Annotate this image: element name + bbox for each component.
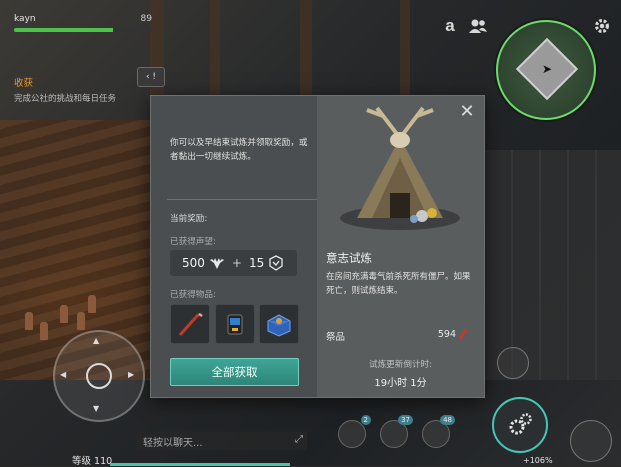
reputation-box: 500 + 15 <box>170 250 297 276</box>
intro-text: 你可以及早结束试炼并领取奖励，或者黏出一切继续试炼。 <box>170 138 308 162</box>
player-level: 等级 110 <box>72 456 113 467</box>
trial-description: 在房间充满毒气前杀死所有僵尸。如果死亡，则试炼结束。 <box>326 272 471 296</box>
player-name: kayn <box>14 14 36 24</box>
supply-box-icon[interactable] <box>259 304 299 344</box>
antler-skull-icon <box>209 255 225 271</box>
quest-expand-button[interactable]: ‹ ! <box>137 67 165 87</box>
trial-dialog: 你可以及早结束试炼并领取奖励，或者黏出一切继续试炼。 当前奖励: 已获得声望: … <box>150 95 485 398</box>
reward-panel: 你可以及早结束试炼并领取奖励，或者黏出一切继续试炼。 当前奖励: 已获得声望: … <box>151 96 317 397</box>
crouch-button[interactable] <box>570 420 612 462</box>
a-icon[interactable]: a <box>440 16 460 36</box>
movement-joystick[interactable]: ▲ ▼ ◀ ▶ <box>53 330 145 422</box>
right-arrow-icon: ▶ <box>128 370 135 379</box>
candle <box>77 312 85 330</box>
reputation-value: 500 <box>182 256 205 270</box>
current-reward-label: 当前奖励: <box>170 214 208 224</box>
trial-title: 意志试炼 <box>326 251 372 265</box>
expand-icon[interactable]: ⤢ <box>295 434 303 445</box>
wood-pillar <box>210 0 220 95</box>
candle <box>60 305 68 323</box>
down-arrow-icon: ▼ <box>93 404 100 413</box>
slot-badge: 2 <box>360 415 371 425</box>
minimap[interactable]: ➤ <box>496 20 596 120</box>
candle <box>40 322 48 340</box>
hp-bar <box>14 28 152 32</box>
blood-vial-icon <box>458 328 468 340</box>
wood-pillar <box>400 0 410 95</box>
reputation-label: 已获得声望: <box>170 237 216 247</box>
aim-button[interactable] <box>497 347 529 379</box>
candle <box>88 295 96 313</box>
player-hp: 89 <box>140 14 152 24</box>
chat-input[interactable]: 轻按以聊天... ⤢ <box>137 432 307 450</box>
quick-slot[interactable]: 2 <box>338 415 371 448</box>
hp-bar-fill <box>14 28 114 32</box>
wood-pillar <box>300 0 312 95</box>
craft-gear-button[interactable] <box>492 397 548 453</box>
close-icon[interactable]: ✕ <box>458 101 476 122</box>
bonus-percent: +106% <box>523 456 553 465</box>
items-label: 已获得物品: <box>170 290 216 300</box>
offering-value: 594 <box>437 329 456 340</box>
badge-icon <box>268 255 284 271</box>
chat-placeholder: 轻按以聊天... <box>143 437 203 449</box>
stone-wall <box>485 150 621 380</box>
offering-label: 祭品 <box>326 332 346 343</box>
left-arrow-icon: ◀ <box>60 370 67 379</box>
slot-badge: 48 <box>440 415 455 425</box>
quick-slot[interactable]: 37 <box>380 415 413 448</box>
slot-badge: 37 <box>398 415 413 425</box>
trial-info-panel: ✕ 意志试炼 在房间充满毒气前杀死所有僵尸。如果死亡，则试炼结束。 祭品 594… <box>317 96 484 397</box>
claim-all-button[interactable]: 全部获取 <box>170 358 299 386</box>
countdown-label: 试炼更新倒计时: <box>368 360 433 370</box>
joystick-knob[interactable] <box>86 363 112 389</box>
friends-icon[interactable] <box>468 16 488 36</box>
candle <box>25 312 33 330</box>
player-status: kayn 89 <box>14 14 152 32</box>
plus-sign: + <box>231 256 242 270</box>
crowbar-icon[interactable] <box>170 304 210 344</box>
divider <box>167 199 317 200</box>
quick-slot[interactable]: 48 <box>422 415 455 448</box>
settings-icon[interactable] <box>592 16 612 36</box>
reputation-bonus: 15 <box>248 256 265 270</box>
up-arrow-icon: ▲ <box>93 336 100 345</box>
gears-icon <box>509 413 532 435</box>
pda-icon[interactable] <box>215 304 255 344</box>
countdown-value: 19小时 1分 <box>374 378 427 389</box>
player-arrow-icon: ➤ <box>542 62 553 76</box>
